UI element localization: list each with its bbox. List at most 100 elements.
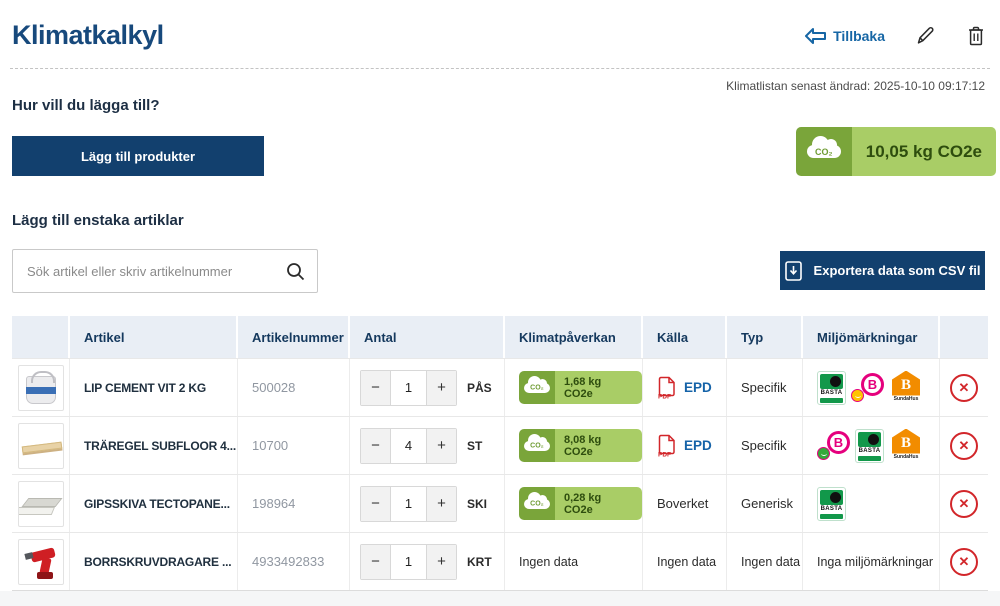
col-artikelnummer: Artikelnummer: [238, 316, 350, 358]
delete-row-button[interactable]: ✕: [950, 374, 978, 402]
pdf-icon: PDF: [657, 376, 676, 399]
type-cell: Generisk: [727, 475, 803, 532]
download-file-icon: [785, 261, 802, 281]
quantity-stepper: − +: [360, 544, 457, 580]
page-title: Klimatkalkyl: [12, 20, 164, 51]
unit-label: KRT: [467, 555, 492, 569]
co2-value: 8,08 kg CO2e: [555, 429, 642, 462]
edit-button[interactable]: [915, 25, 936, 46]
eco-badges: BASTA B B SundaHus: [817, 371, 923, 405]
decrease-quantity-button[interactable]: −: [361, 545, 390, 579]
article-number: 4933492833: [238, 533, 350, 590]
co2-cloud-icon: CO₂: [519, 429, 555, 462]
decrease-quantity-button[interactable]: −: [361, 429, 390, 463]
total-co2-badge: CO₂ 10,05 kg CO2e: [796, 127, 996, 176]
table-header-row: Artikel Artikelnummer Antal Klimatpåverk…: [12, 316, 988, 358]
increase-quantity-button[interactable]: +: [427, 487, 456, 521]
quantity-input[interactable]: [390, 545, 427, 579]
svg-text:PDF: PDF: [658, 394, 671, 400]
epd-link[interactable]: PDF EPD: [657, 434, 712, 457]
basta-badge-icon: BASTA: [817, 487, 846, 521]
co2-cloud-icon: CO₂: [519, 371, 555, 404]
table-row: BORRSKRUVDRAGARE ... 4933492833 − + KRT …: [12, 532, 988, 590]
quantity-stepper: − +: [360, 370, 457, 406]
delete-row-button[interactable]: ✕: [950, 490, 978, 518]
sundahus-badge-icon: B SundaHus: [889, 371, 923, 405]
table-row: LIP CEMENT VIT 2 KG 500028 − + PÅS CO₂ 1…: [12, 358, 988, 416]
basta-badge-icon: BASTA: [817, 371, 846, 405]
decrease-quantity-button[interactable]: −: [361, 371, 390, 405]
unit-label: SKI: [467, 497, 487, 511]
col-antal: Antal: [350, 316, 505, 358]
quantity-input[interactable]: [390, 429, 427, 463]
eco-badges: B BASTA B SundaHus: [817, 429, 923, 463]
back-arrow-icon: [804, 28, 826, 44]
table-row: GIPSSKIVA TECTOPANE... 198964 − + SKI CO…: [12, 474, 988, 532]
co2-cell: Ingen data: [505, 533, 643, 590]
add-section-heading: Hur vill du lägga till?: [12, 97, 160, 114]
co2-cloud-label: CO₂: [815, 147, 833, 157]
col-kalla: Källa: [643, 316, 727, 358]
co2-badge: CO₂ 8,08 kg CO2e: [519, 429, 642, 462]
quantity-stepper: − +: [360, 486, 457, 522]
articles-table: Artikel Artikelnummer Antal Klimatpåverk…: [12, 316, 988, 591]
klimatkalkyl-page: Klimatkalkyl Tillbaka: [0, 0, 1000, 606]
articles-section-heading: Lägg till enstaka artiklar: [12, 212, 184, 229]
byggvarubedomningen-badge-icon: B: [817, 429, 850, 463]
co2-badge: CO₂ 1,68 kg CO2e: [519, 371, 642, 404]
increase-quantity-button[interactable]: +: [427, 371, 456, 405]
source-cell: Boverket: [643, 475, 727, 532]
sundahus-badge-icon: B SundaHus: [889, 429, 923, 463]
byggvarubedomningen-badge-icon: B: [851, 371, 884, 405]
co2-value: 0,28 kg CO2e: [555, 487, 642, 520]
source-cell: Ingen data: [643, 533, 727, 590]
type-cell: Ingen data: [727, 533, 803, 590]
quantity-input[interactable]: [390, 371, 427, 405]
col-typ: Typ: [727, 316, 803, 358]
epd-link[interactable]: PDF EPD: [657, 376, 712, 399]
eco-badges: BASTA: [817, 487, 846, 521]
quantity-input[interactable]: [390, 487, 427, 521]
co2-value: 1,68 kg CO2e: [555, 371, 642, 404]
product-image-gypsum-board: [18, 481, 64, 527]
search-icon[interactable]: [286, 262, 317, 281]
col-miljomarkningar: Miljömärkningar: [803, 316, 940, 358]
svg-text:PDF: PDF: [658, 452, 671, 458]
article-number: 10700: [238, 417, 350, 474]
source-label: EPD: [684, 380, 712, 395]
last-changed-text: Klimatlistan senast ändrad: 2025-10-10 0…: [726, 79, 985, 93]
article-name: GIPSSKIVA TECTOPANE...: [70, 475, 238, 532]
search-input[interactable]: [13, 264, 286, 279]
increase-quantity-button[interactable]: +: [427, 429, 456, 463]
basta-badge-icon: BASTA: [855, 429, 884, 463]
top-actions: Tillbaka: [804, 25, 986, 47]
increase-quantity-button[interactable]: +: [427, 545, 456, 579]
product-image-cement-bucket: [18, 365, 64, 411]
col-artikel: Artikel: [70, 316, 238, 358]
col-delete: [940, 316, 988, 358]
total-co2-value: 10,05 kg CO2e: [852, 127, 996, 176]
quantity-stepper: − +: [360, 428, 457, 464]
add-products-button[interactable]: Lägg till produkter: [12, 136, 264, 176]
article-number: 500028: [238, 359, 350, 416]
no-eco-badges-text: Inga miljömärkningar: [803, 533, 940, 590]
table-row: TRÄREGEL SUBFLOOR 4... 10700 − + ST CO₂ …: [12, 416, 988, 474]
pdf-icon: PDF: [657, 434, 676, 457]
delete-list-button[interactable]: [966, 25, 986, 47]
delete-row-button[interactable]: ✕: [950, 548, 978, 576]
product-image-drill: [18, 539, 64, 585]
pencil-icon: [915, 25, 936, 46]
export-csv-label: Exportera data som CSV fil: [814, 263, 981, 278]
article-number: 198964: [238, 475, 350, 532]
type-cell: Specifik: [727, 359, 803, 416]
footer-strip: [0, 591, 1000, 606]
co2-cloud-icon: CO₂: [796, 127, 852, 176]
trash-icon: [966, 25, 986, 47]
decrease-quantity-button[interactable]: −: [361, 487, 390, 521]
export-csv-button[interactable]: Exportera data som CSV fil: [780, 251, 985, 290]
delete-row-button[interactable]: ✕: [950, 432, 978, 460]
back-link[interactable]: Tillbaka: [804, 28, 885, 44]
col-klimatpaverkan: Klimatpåverkan: [505, 316, 643, 358]
co2-badge: CO₂ 0,28 kg CO2e: [519, 487, 642, 520]
unit-label: ST: [467, 439, 482, 453]
